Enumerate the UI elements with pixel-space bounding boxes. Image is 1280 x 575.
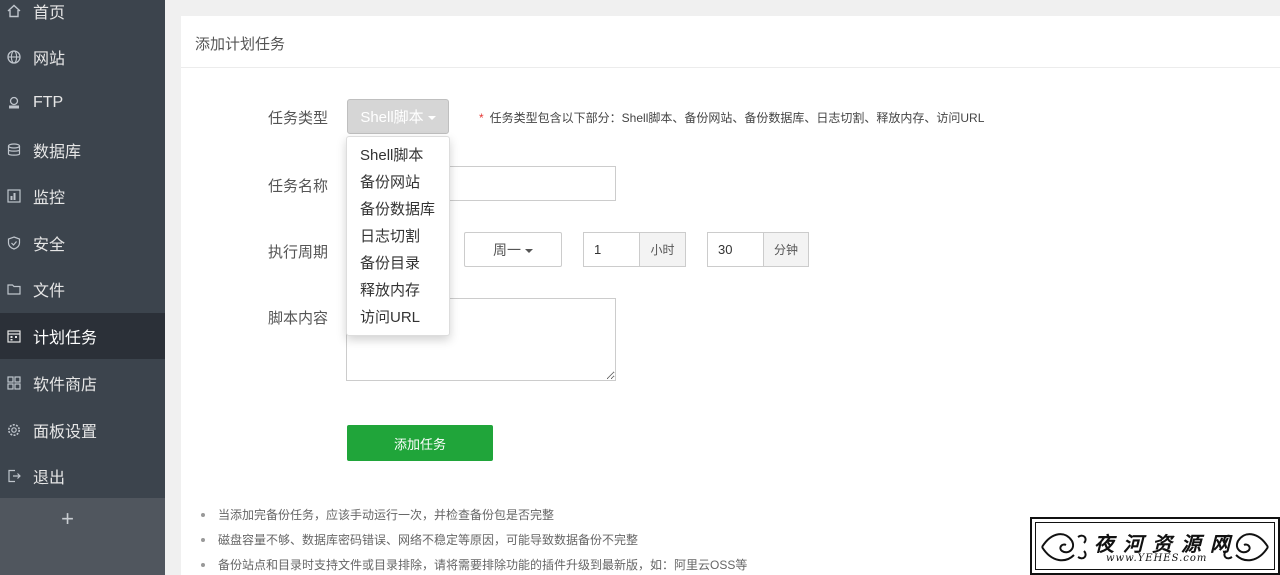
logout-icon [7,469,21,483]
task-type-hint-text: 任务类型包含以下部分：Shell脚本、备份网站、备份数据库、日志切割、释放内存、… [489,111,985,125]
sidebar-item-label: FTP [33,94,64,111]
calendar-icon [7,329,21,343]
sidebar: 首页 网站 FTP 数据库 监控 安全 文件 计划任务 软件商店 面板设置 退出… [0,0,165,575]
menu-item-backup-site[interactable]: 备份网站 [347,170,449,197]
sidebar-item-website[interactable]: 网站 [0,34,165,80]
sidebar-item-label: 网站 [33,51,66,68]
ornament-left-icon [1041,533,1087,562]
ftp-icon [7,96,21,110]
hour-unit: 小时 [639,232,686,267]
menu-item-release-memory[interactable]: 释放内存 [347,278,449,305]
sidebar-item-cron[interactable]: 计划任务 [0,313,165,359]
sidebar-item-label: 面板设置 [33,424,98,441]
add-shortcut-button[interactable]: + [0,506,135,532]
notes-list: 当添加完备份任务，应该手动运行一次，并检查备份包是否完整 磁盘容量不够、数据库密… [200,508,1000,575]
sidebar-nav: 首页 网站 FTP 数据库 监控 安全 文件 计划任务 软件商店 面板设置 退出 [0,0,165,498]
sidebar-item-settings[interactable]: 面板设置 [0,407,165,453]
sidebar-item-label: 监控 [33,190,66,207]
script-label: 脚本内容 [268,310,329,327]
task-type-menu: Shell脚本 备份网站 备份数据库 日志切割 备份目录 释放内存 访问URL [346,136,450,336]
watermark-logo: 夜河资源网 www.YEHES.com [1030,517,1280,575]
menu-item-visit-url[interactable]: 访问URL [347,305,449,332]
top-strip [165,0,1280,16]
sidebar-add-area: + [0,498,165,575]
hour-input[interactable] [583,232,640,267]
task-type-hint: * 任务类型包含以下部分：Shell脚本、备份网站、备份数据库、日志切割、释放内存… [479,109,984,126]
minute-input[interactable] [707,232,764,267]
list-item: 当添加完备份任务，应该手动运行一次，并检查备份包是否完整 [200,508,1000,533]
menu-item-backup-dir[interactable]: 备份目录 [347,251,449,278]
task-type-dropdown-button[interactable]: Shell脚本 [347,99,449,134]
list-item: 备份站点和目录时支持文件或目录排除，请将需要排除功能的插件升级到最新版，如：阿里… [200,558,1000,575]
task-type-label: 任务类型 [268,110,329,127]
add-task-button[interactable]: 添加任务 [347,425,493,461]
sidebar-item-database[interactable]: 数据库 [0,127,165,173]
sidebar-item-label: 数据库 [33,144,82,161]
caret-down-icon [525,248,533,253]
caret-down-icon [427,115,436,120]
weekday-dropdown-button[interactable]: 周一 [464,232,562,267]
menu-item-log-cut[interactable]: 日志切割 [347,224,449,251]
task-name-label: 任务名称 [268,178,329,195]
sidebar-item-label: 文件 [33,283,66,300]
monitor-icon [7,189,21,203]
sidebar-item-store[interactable]: 软件商店 [0,360,165,406]
panel-title: 添加计划任务 [195,36,286,53]
sidebar-item-label: 首页 [33,5,66,22]
sidebar-item-files[interactable]: 文件 [0,266,165,312]
minute-unit: 分钟 [763,232,809,267]
database-icon [7,143,21,157]
home-icon [7,4,21,18]
sidebar-item-label: 安全 [33,237,66,254]
menu-item-shell[interactable]: Shell脚本 [347,143,449,170]
required-star: * [479,111,484,125]
sidebar-item-label: 退出 [33,470,66,487]
gear-icon [7,423,21,437]
task-type-selected: Shell脚本 [360,109,424,126]
sidebar-item-label: 软件商店 [33,377,98,394]
period-label: 执行周期 [268,244,329,261]
grid-icon [7,376,21,390]
list-item: 磁盘容量不够、数据库密码错误、网络不稳定等原因，可能导致数据备份不完整 [200,533,1000,558]
sidebar-item-security[interactable]: 安全 [0,220,165,266]
weekday-selected: 周一 [493,241,521,258]
menu-item-backup-db[interactable]: 备份数据库 [347,197,449,224]
sidebar-item-home[interactable]: 首页 [0,0,165,34]
sidebar-item-ftp[interactable]: FTP [0,80,165,126]
sidebar-item-label: 计划任务 [33,330,98,347]
folder-icon [7,282,21,296]
watermark-url: www.YEHES.com [1106,553,1208,564]
sidebar-item-logout[interactable]: 退出 [0,453,165,499]
globe-icon [7,50,21,64]
divider [181,67,1280,68]
sidebar-item-monitor[interactable]: 监控 [0,173,165,219]
shield-icon [7,236,21,250]
